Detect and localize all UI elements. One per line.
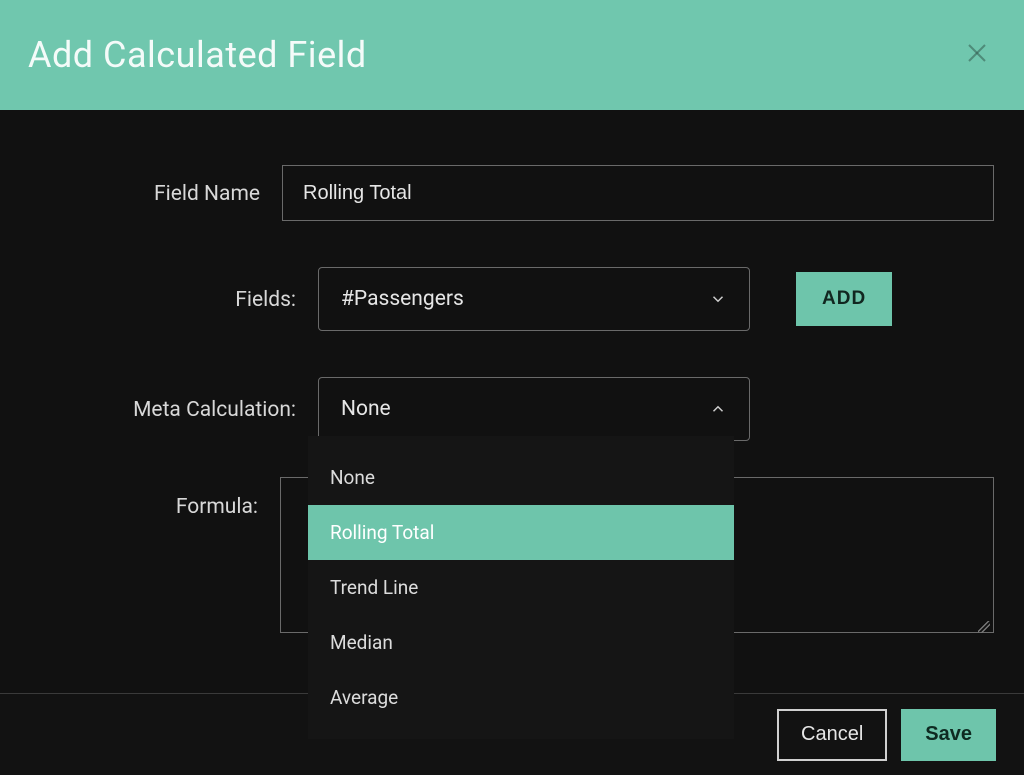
row-field-name: Field Name <box>30 165 994 221</box>
field-name-input[interactable] <box>282 165 994 221</box>
fields-label: Fields: <box>30 286 318 312</box>
dropdown-option-trend-line[interactable]: Trend Line <box>308 560 734 615</box>
meta-calc-select-value: None <box>341 397 391 421</box>
row-meta-calculation: Meta Calculation: None <box>30 377 994 441</box>
row-fields: Fields: #Passengers ADD <box>30 267 994 331</box>
meta-calc-select[interactable]: None <box>318 377 750 441</box>
close-button[interactable] <box>958 33 996 77</box>
fields-select-value: #Passengers <box>341 287 464 311</box>
dialog-title: Add Calculated Field <box>28 34 367 76</box>
add-field-button[interactable]: ADD <box>796 272 892 326</box>
dialog-body: Field Name Fields: #Passengers ADD Meta … <box>0 110 1024 637</box>
chevron-up-icon <box>709 400 727 418</box>
meta-calc-dropdown: None Rolling Total Trend Line Median Ave… <box>308 436 734 739</box>
dropdown-option-rolling-total[interactable]: Rolling Total <box>308 505 734 560</box>
dropdown-option-average[interactable]: Average <box>308 670 734 725</box>
field-name-label: Field Name <box>30 180 282 206</box>
save-button[interactable]: Save <box>901 709 996 761</box>
formula-label: Formula: <box>30 477 280 519</box>
dropdown-option-median[interactable]: Median <box>308 615 734 670</box>
cancel-button[interactable]: Cancel <box>777 709 887 761</box>
chevron-down-icon <box>709 290 727 308</box>
close-icon <box>966 38 988 71</box>
fields-select[interactable]: #Passengers <box>318 267 750 331</box>
dialog-header: Add Calculated Field <box>0 0 1024 110</box>
dropdown-option-none[interactable]: None <box>308 450 734 505</box>
meta-calc-label: Meta Calculation: <box>30 396 318 422</box>
